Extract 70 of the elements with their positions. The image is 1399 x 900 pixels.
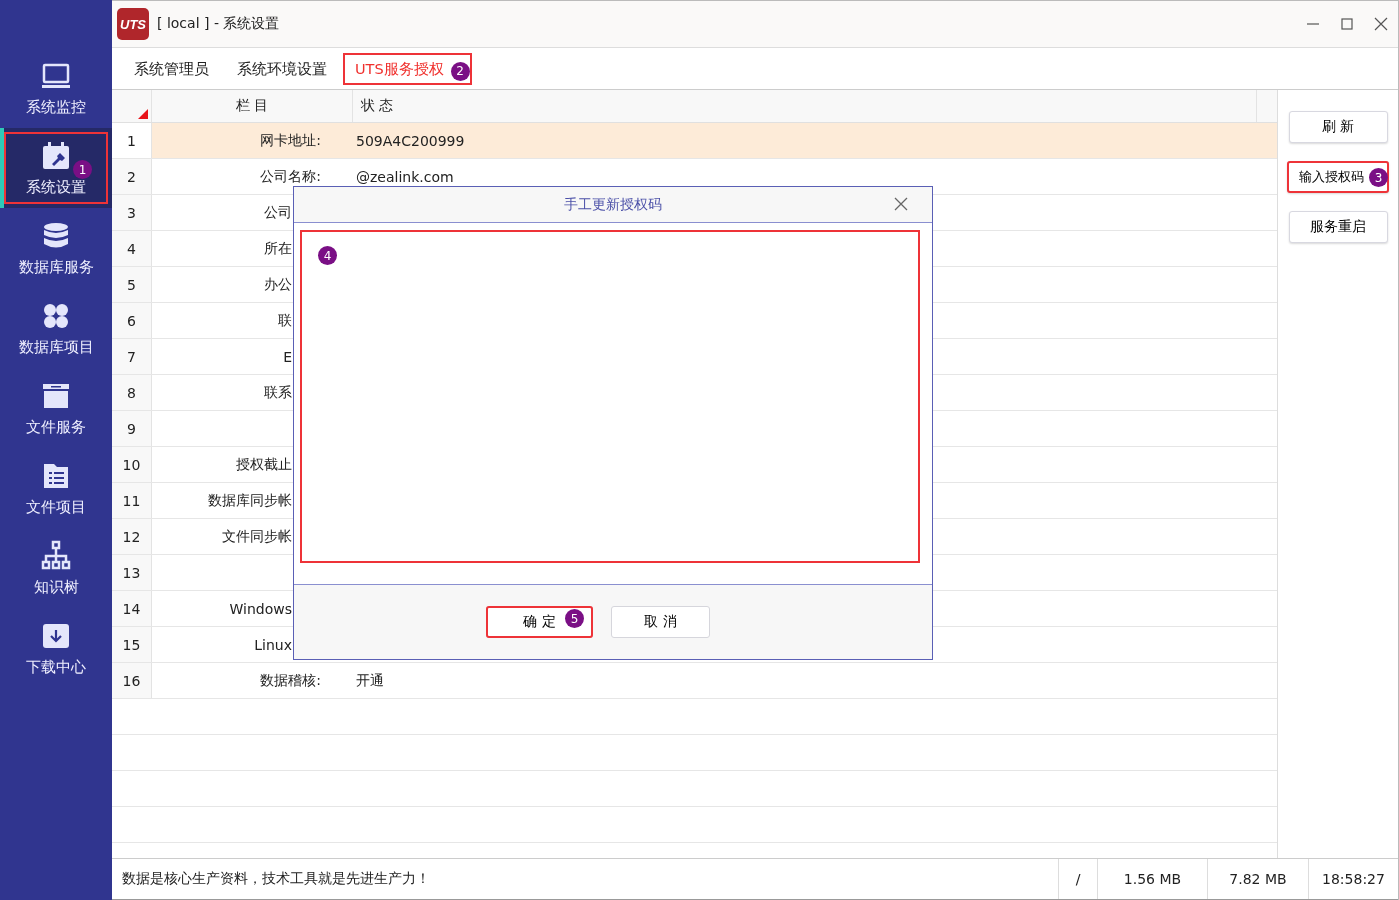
table-cell: @zealink.com — [356, 168, 454, 185]
row-number: 13 — [122, 564, 141, 581]
table-cell: 联 — [278, 311, 292, 330]
callout-badge: 3 — [1369, 168, 1388, 187]
app-logo: UTS — [117, 8, 149, 40]
window-title: [ local ] - 系统设置 — [157, 15, 281, 33]
row-number: 9 — [127, 420, 136, 437]
table-cell: 网卡地址: — [260, 131, 321, 150]
callout-badge: 5 — [565, 609, 584, 628]
status-field: 7.82 MB — [1229, 871, 1287, 887]
dialog-title: 手工更新授权码 — [564, 195, 662, 214]
dialog-button[interactable]: 确 定 5 — [486, 606, 593, 638]
table-cell: 联系 — [264, 383, 292, 402]
row-number: 1 — [127, 132, 136, 149]
status-message: 数据是核心生产资料，技术工具就是先进生产力！ — [121, 869, 431, 888]
status-field: 1.56 MB — [1123, 871, 1182, 887]
callout-badge: 2 — [450, 61, 470, 81]
sidebar-item[interactable]: 下载中心 — [0, 608, 112, 688]
status-field: / — [1075, 871, 1081, 887]
table-cell: Windows — [229, 600, 292, 617]
action-button[interactable]: 输入授权码 3 — [1287, 161, 1389, 193]
tab[interactable]: 系统管理员 — [122, 52, 221, 85]
input-field[interactable] — [300, 230, 920, 563]
sidebar-item[interactable]: 系统监控 — [0, 48, 112, 128]
row-number: 8 — [127, 384, 136, 401]
row-number: 11 — [122, 492, 141, 509]
row-number: 10 — [122, 456, 141, 473]
maximize-icon — [1340, 17, 1354, 31]
sidebar-item[interactable]: 知识树 — [0, 528, 112, 608]
row-number: 16 — [122, 672, 141, 689]
row-number: 2 — [127, 168, 136, 185]
tab[interactable]: UTS服务授权 2 — [343, 52, 472, 85]
tab[interactable]: 系统环境设置 — [225, 52, 339, 85]
dialog-button[interactable]: 取 消 — [611, 606, 710, 638]
row-number: 15 — [122, 636, 141, 653]
row-number: 12 — [122, 528, 141, 545]
callout-badge: 1 — [73, 160, 92, 179]
sidebar-item[interactable]: 文件项目 — [0, 448, 112, 528]
table-cell: 公司名称: — [260, 167, 321, 186]
row-number: 7 — [127, 348, 136, 365]
column-header: 栏 目 — [235, 97, 269, 115]
sidebar-item[interactable]: 文件服务 — [0, 368, 112, 448]
sidebar-item[interactable]: 数据库项目 — [0, 288, 112, 368]
calendar-wrench-icon — [40, 139, 72, 172]
status-field: 18:58:27 — [1322, 871, 1385, 887]
row-number: 6 — [127, 312, 136, 329]
action-button[interactable]: 服务重启 — [1288, 211, 1388, 243]
corner-triangle-icon — [138, 109, 148, 119]
table-cell: 数据库同步帐 — [208, 491, 292, 510]
table-cell: 办公 — [264, 275, 292, 294]
table-cell: E — [283, 348, 292, 365]
table-cell: 所在 — [264, 239, 292, 258]
table-cell: 授权截止 — [236, 455, 292, 474]
row-number: 14 — [122, 600, 141, 617]
action-button[interactable]: 刷 新 — [1288, 111, 1388, 143]
table-cell: 数据稽核: — [260, 671, 321, 690]
row-number: 3 — [127, 204, 136, 221]
table-cell: Linux — [254, 636, 292, 653]
tree-icon — [40, 539, 72, 572]
close-icon — [1374, 17, 1388, 31]
row-number: 5 — [127, 276, 136, 293]
sidebar-item[interactable]: 数据库服务 — [0, 208, 112, 288]
table-cell: 文件同步帐 — [222, 527, 292, 546]
table-cell: 开通 — [356, 671, 384, 690]
table-cell: 509A4C200999 — [356, 132, 465, 149]
table-cell: 公司 — [264, 203, 292, 222]
sidebar-item[interactable]: 系统设置 1 — [0, 128, 112, 208]
row-number: 4 — [127, 240, 136, 257]
close-icon[interactable] — [894, 197, 908, 211]
column-header: 状 态 — [361, 97, 394, 115]
